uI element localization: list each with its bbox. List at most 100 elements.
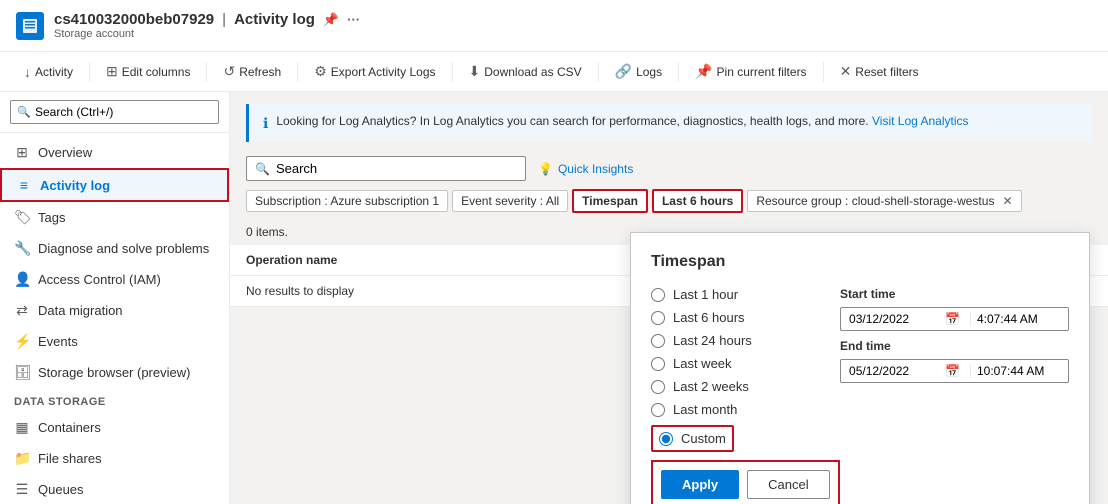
export-button[interactable]: ⚙ Export Activity Logs [306,58,443,85]
timespan-body: Last 1 hour Last 6 hours Last 24 hours [651,287,1069,452]
apply-button[interactable]: Apply [661,470,739,499]
resource-group-chip[interactable]: Resource group : cloud-shell-storage-wes… [747,190,1021,212]
overview-icon: ⊞ [14,144,30,161]
info-icon: ℹ [263,115,268,132]
toolbar-divider-1 [89,62,90,82]
end-date-field: 📅 [840,359,1069,383]
containers-icon: ▦ [14,419,30,436]
quick-insights-icon: 💡 [538,162,553,176]
sidebar-search-icon: 🔍 [17,106,31,119]
reset-filters-icon: ✕ [840,63,852,80]
reset-filters-button[interactable]: ✕ Reset filters [832,58,927,85]
info-banner: ℹ Looking for Log Analytics? In Log Anal… [246,104,1092,142]
sidebar-item-access-control[interactable]: 👤 Access Control (IAM) [0,264,229,295]
sidebar-item-overview[interactable]: ⊞ Overview [0,137,229,168]
refresh-icon: ↺ [223,63,235,80]
sidebar-item-events[interactable]: ⚡ Events [0,326,229,357]
option-last-24-hours[interactable]: Last 24 hours [651,333,816,348]
title-bar-main: cs410032000beb07929 | Activity log 📌 ··· [54,11,360,28]
timespan-chip[interactable]: Timespan [572,189,648,213]
sidebar-item-storage-browser[interactable]: 🗄 Storage browser (preview) [0,357,229,388]
search-box: 🔍 [246,156,526,181]
title-bar-text: cs410032000beb07929 | Activity log 📌 ···… [54,11,360,40]
edit-columns-icon: ⊞ [106,63,118,80]
sidebar-search-input[interactable] [10,100,219,124]
access-control-icon: 👤 [14,271,30,288]
pin-filters-button[interactable]: 📌 Pin current filters [687,58,814,85]
sidebar-item-queues[interactable]: ☰ Queues [0,474,229,504]
content-area: ℹ Looking for Log Analytics? In Log Anal… [230,92,1108,504]
download-icon: ⬇ [469,63,481,80]
sidebar: 🔍 ⊞ Overview ≡ Activity log 🏷 Tags [0,92,230,504]
filter-chips: Subscription : Azure subscription 1 Even… [246,189,1092,213]
filter-area: 🔍 💡 Quick Insights Subscription : Azure … [230,150,1108,219]
radio-last-2-weeks[interactable] [651,380,665,394]
sidebar-item-diagnose[interactable]: 🔧 Diagnose and solve problems [0,233,229,264]
activity-button[interactable]: ↓ Activity [16,59,81,85]
toolbar-divider-6 [678,62,679,82]
option-last-month[interactable]: Last month [651,402,816,417]
export-icon: ⚙ [314,63,327,80]
option-custom[interactable]: Custom [651,425,734,452]
start-time-input[interactable] [970,312,1060,326]
edit-columns-button[interactable]: ⊞ Edit columns [98,58,198,85]
events-icon: ⚡ [14,333,30,350]
toolbar-divider-4 [452,62,453,82]
radio-last-month[interactable] [651,403,665,417]
info-link[interactable]: Visit Log Analytics [872,114,969,128]
option-last-week[interactable]: Last week [651,356,816,371]
pin-filters-icon: 📌 [695,63,712,80]
toolbar-divider-7 [823,62,824,82]
start-date-input[interactable] [849,312,939,326]
search-input[interactable] [276,161,517,176]
data-storage-section-label: Data storage [0,388,229,412]
option-last-1-hour[interactable]: Last 1 hour [651,287,816,302]
activity-log-icon: ≡ [16,177,32,193]
quick-insights-button[interactable]: 💡 Quick Insights [538,162,633,176]
sidebar-item-tags[interactable]: 🏷 Tags [0,202,229,233]
toolbar-divider-3 [297,62,298,82]
event-severity-chip[interactable]: Event severity : All [452,190,568,212]
activity-icon: ↓ [24,64,31,80]
timespan-popup: Timespan Last 1 hour Last 6 hours [630,232,1090,504]
resource-type: Storage account [54,28,360,40]
timespan-value-chip[interactable]: Last 6 hours [652,189,743,213]
title-separator: | [222,11,226,28]
option-last-2-weeks[interactable]: Last 2 weeks [651,379,816,394]
timespan-options: Last 1 hour Last 6 hours Last 24 hours [651,287,816,452]
toolbar-divider-2 [206,62,207,82]
page-title: Activity log [234,11,315,28]
end-date-input[interactable] [849,364,939,378]
refresh-button[interactable]: ↺ Refresh [215,58,289,85]
pin-icon[interactable]: 📌 [323,12,339,28]
queues-icon: ☰ [14,481,30,498]
start-date-field: 📅 [840,307,1069,331]
start-time-label: Start time [840,287,1069,301]
search-input-icon: 🔍 [255,162,270,176]
end-date-calendar-icon[interactable]: 📅 [945,364,960,378]
sidebar-item-file-shares[interactable]: 📁 File shares [0,443,229,474]
diagnose-icon: 🔧 [14,240,30,257]
logs-icon: 🔗 [615,63,632,80]
option-last-6-hours[interactable]: Last 6 hours [651,310,816,325]
more-icon[interactable]: ··· [347,12,360,27]
radio-last-24-hours[interactable] [651,334,665,348]
timespan-dates: Start time 📅 End time 📅 [840,287,1069,452]
sidebar-item-data-migration[interactable]: ⇄ Data migration [0,295,229,326]
logs-button[interactable]: 🔗 Logs [607,58,670,85]
radio-last-1-hour[interactable] [651,288,665,302]
sidebar-search-wrap: 🔍 [10,100,219,124]
radio-last-6-hours[interactable] [651,311,665,325]
end-time-input[interactable] [970,364,1060,378]
end-time-label: End time [840,339,1069,353]
radio-custom[interactable] [659,432,673,446]
cancel-button[interactable]: Cancel [747,470,829,499]
subscription-chip[interactable]: Subscription : Azure subscription 1 [246,190,448,212]
resource-group-chip-close[interactable]: ✕ [1002,194,1012,208]
sidebar-item-containers[interactable]: ▦ Containers [0,412,229,443]
radio-last-week[interactable] [651,357,665,371]
download-button[interactable]: ⬇ Download as CSV [461,58,590,85]
search-row: 🔍 💡 Quick Insights [246,156,1092,181]
start-date-calendar-icon[interactable]: 📅 [945,312,960,326]
sidebar-item-activity-log[interactable]: ≡ Activity log [0,168,229,202]
